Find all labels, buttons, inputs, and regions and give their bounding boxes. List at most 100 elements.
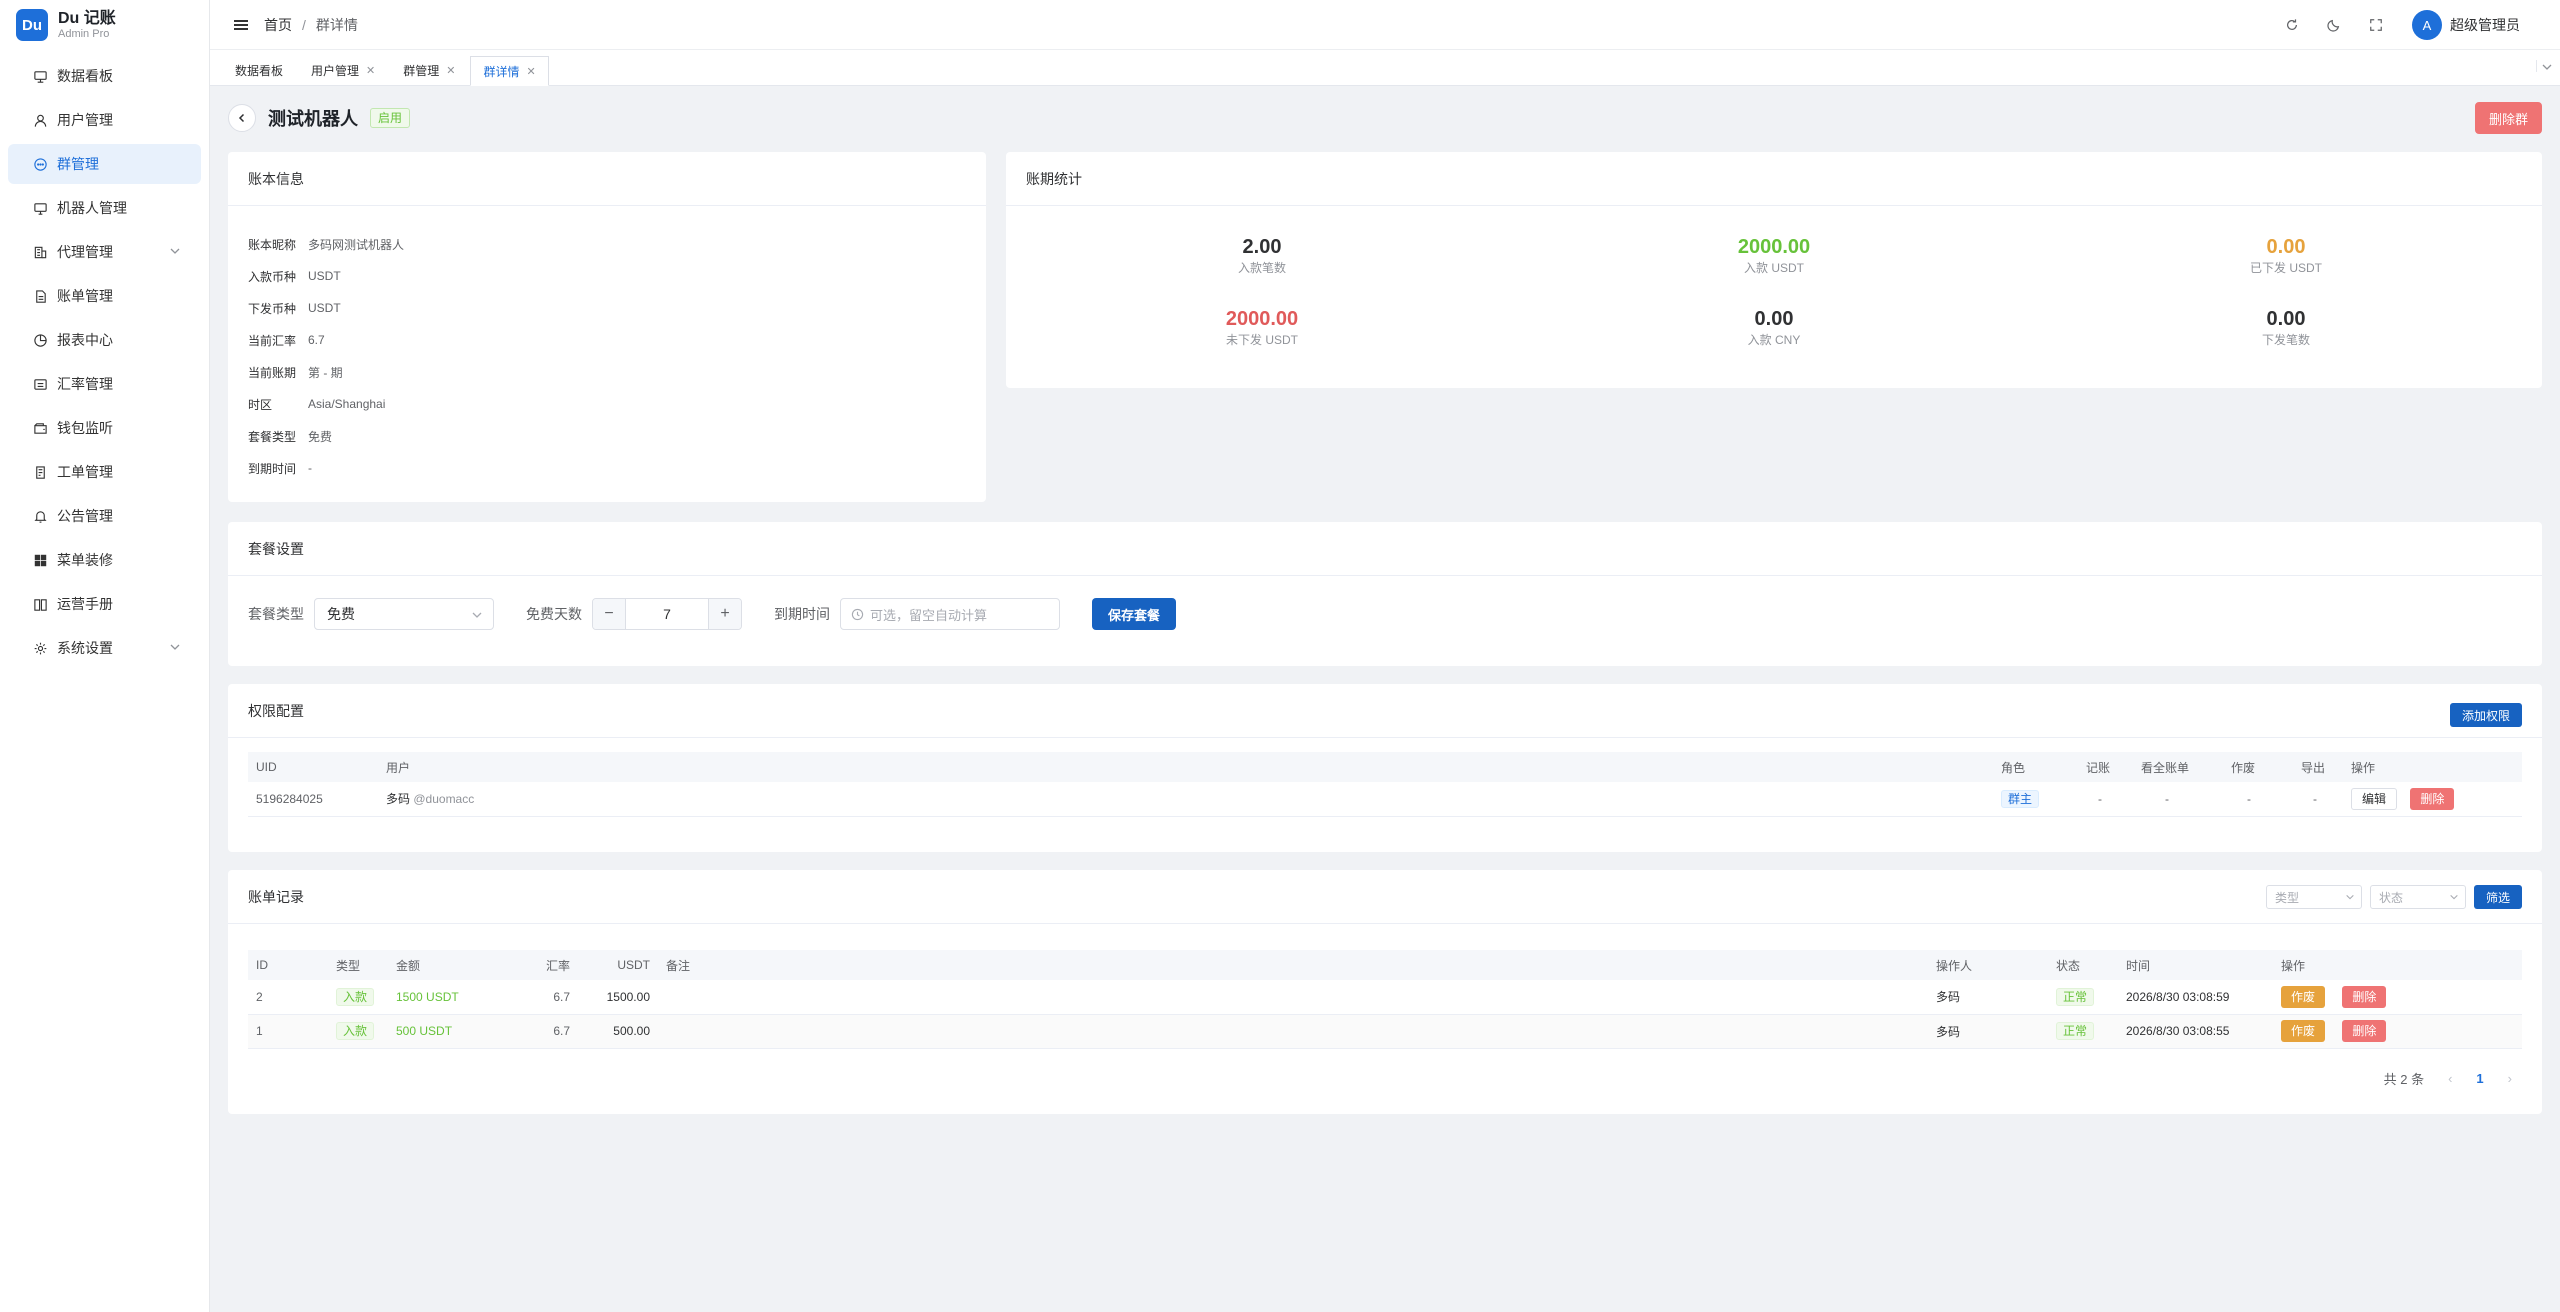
wallet-icon <box>32 420 48 436</box>
info-value: 免费 <box>308 429 333 444</box>
fullscreen-icon[interactable] <box>2368 17 2384 33</box>
void-cell: - <box>2223 782 2293 817</box>
usdt-cell: 1500.00 <box>578 980 658 1015</box>
close-icon[interactable]: ✕ <box>527 65 536 78</box>
book-icon <box>32 596 48 612</box>
view-all-cell: - <box>2133 782 2223 817</box>
tabs-more-chevron-icon[interactable] <box>2536 60 2552 72</box>
expire-time-input[interactable]: 可选，留空自动计算 <box>840 598 1060 630</box>
period-stats-title: 账期统计 <box>1006 152 2542 206</box>
next-page-button[interactable]: › <box>2508 1071 2512 1086</box>
void-button[interactable]: 作废 <box>2281 1020 2326 1042</box>
chevron-down-icon <box>170 644 180 650</box>
page-number[interactable]: 1 <box>2476 1071 2483 1086</box>
plan-type-select[interactable]: 免费 <box>314 598 494 630</box>
user-cell: 多码 @duomacc <box>378 782 1993 817</box>
status-filter-select[interactable]: 状态 <box>2369 885 2466 909</box>
delete-button[interactable]: 删除 <box>2342 1020 2387 1042</box>
monitor-icon <box>32 200 48 216</box>
close-icon[interactable]: ✕ <box>366 64 375 77</box>
sidebar-item-12[interactable]: 运营手册 <box>8 584 201 624</box>
increment-button[interactable]: + <box>709 599 741 629</box>
export-cell: - <box>2293 782 2343 817</box>
info-key: 到期时间 <box>248 461 297 476</box>
type-badge: 入款 <box>336 1022 375 1040</box>
sidebar-item-10[interactable]: 公告管理 <box>8 496 201 536</box>
free-days-label: 免费天数 <box>526 606 582 622</box>
sidebar-item-8[interactable]: 钱包监听 <box>8 408 201 448</box>
edit-button[interactable]: 编辑 <box>2351 787 2398 810</box>
sidebar-item-7[interactable]: 汇率管理 <box>8 364 201 404</box>
sidebar-item-0[interactable]: 数据看板 <box>8 56 201 96</box>
decrement-button[interactable]: − <box>593 599 625 629</box>
sidebar-item-5[interactable]: 账单管理 <box>8 276 201 316</box>
user-handle: @duomacc <box>413 792 475 807</box>
delete-group-button[interactable]: 删除群 <box>2474 102 2542 134</box>
void-button[interactable]: 作废 <box>2281 985 2326 1008</box>
account-info-row: 下发币种 USDT <box>248 292 966 324</box>
username[interactable]: 超级管理员 <box>2450 15 2520 35</box>
permissions-card: 权限配置 添加权限 UID 用户 角色 记账 看全账单 作废 导出 操作 5196284025… <box>228 684 2542 852</box>
sidebar-item-label: 用户管理 <box>57 112 113 128</box>
tabs-bar: 数据看板 用户管理 ✕ 群管理 ✕ 群详情 ✕ <box>210 50 2560 86</box>
tab-1[interactable]: 用户管理 ✕ <box>298 55 388 85</box>
dark-mode-icon[interactable] <box>2326 17 2342 33</box>
sidebar-item-11[interactable]: 菜单装修 <box>8 540 201 580</box>
delete-button[interactable]: 删除 <box>2410 787 2455 810</box>
sidebar-item-label: 钱包监听 <box>57 420 113 436</box>
filter-button[interactable]: 筛选 <box>2473 885 2522 909</box>
gear-icon <box>32 640 48 656</box>
sidebar-item-2[interactable]: 群管理 <box>8 144 201 184</box>
menu-toggle-icon[interactable] <box>234 18 248 32</box>
sidebar-item-label: 数据看板 <box>57 68 113 84</box>
refresh-icon[interactable] <box>2284 17 2300 33</box>
brand[interactable]: Du Du 记账 Admin Pro <box>0 0 209 50</box>
chevron-down-icon <box>2346 894 2354 900</box>
back-button[interactable] <box>228 104 256 132</box>
breadcrumb-home[interactable]: 首页 <box>264 15 292 35</box>
tab-2[interactable]: 群管理 ✕ <box>390 55 468 85</box>
sidebar-item-9[interactable]: 工单管理 <box>8 452 201 492</box>
dashboard-icon <box>32 68 48 84</box>
tab-label: 群详情 <box>483 64 520 79</box>
chevron-down-icon <box>472 612 482 618</box>
plan-settings-title: 套餐设置 <box>228 522 2542 576</box>
tab-0[interactable]: 数据看板 <box>222 55 296 85</box>
save-plan-button[interactable]: 保存套餐 <box>1092 598 1177 630</box>
sidebar-item-6[interactable]: 报表中心 <box>8 320 201 360</box>
type-filter-select[interactable]: 类型 <box>2265 885 2362 909</box>
stat-label: 入款笔数 <box>1237 261 1286 275</box>
info-key: 套餐类型 <box>248 429 297 444</box>
role-badge: 群主 <box>2001 789 2040 808</box>
expire-time-placeholder: 可选，留空自动计算 <box>870 607 988 623</box>
stat-value: 2000.00 <box>1737 236 1811 258</box>
account-info-title: 账本信息 <box>228 152 986 206</box>
sidebar-item-13[interactable]: 系统设置 <box>8 628 201 668</box>
sidebar-menu: 数据看板用户管理群管理 机器人管理 代理管理 账单管理 报表中心 汇率管理钱包监听工单管理… <box>0 56 209 668</box>
stat-value: 0.00 <box>1754 308 1794 330</box>
page-title: 测试机器人 <box>268 109 358 129</box>
permissions-title: 权限配置 添加权限 <box>228 684 2542 738</box>
sidebar-item-1[interactable]: 用户管理 <box>8 100 201 140</box>
delete-button[interactable]: 删除 <box>2342 985 2387 1008</box>
avatar[interactable]: A <box>2412 10 2442 40</box>
sidebar-item-3[interactable]: 机器人管理 <box>8 188 201 228</box>
add-permission-button[interactable]: 添加权限 <box>2449 703 2522 727</box>
stat-label: 未下发 USDT <box>1225 333 1298 347</box>
records-title-text: 账单记录 <box>248 888 304 905</box>
clock-icon <box>851 608 864 620</box>
table-row: 5196284025 多码 @duomacc 群主 - - - - 编辑 删除 <box>248 782 2522 817</box>
chevron-down-icon <box>2450 894 2458 900</box>
tab-3[interactable]: 群详情 ✕ <box>470 56 549 86</box>
account-info-row: 入款币种 USDT <box>248 260 966 292</box>
prev-page-button[interactable]: ‹ <box>2448 1071 2452 1086</box>
ticket-icon <box>32 464 48 480</box>
status-badge: 正常 <box>2056 1022 2095 1040</box>
building-icon <box>32 244 48 260</box>
sidebar-item-4[interactable]: 代理管理 <box>8 232 201 272</box>
close-icon[interactable]: ✕ <box>446 64 455 77</box>
free-days-input[interactable]: 7 <box>625 599 709 629</box>
account-info-row: 套餐类型 免费 <box>248 420 966 452</box>
grid-icon <box>32 552 48 568</box>
info-value: 多码网测试机器人 <box>308 237 405 252</box>
